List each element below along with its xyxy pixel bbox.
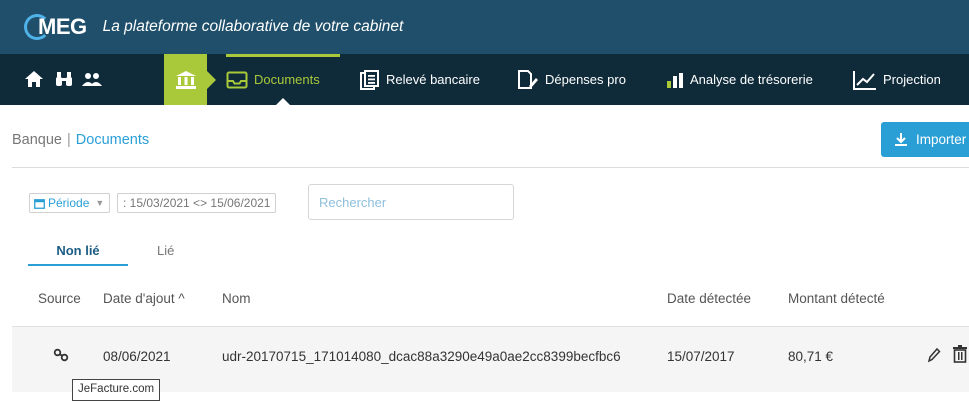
- binoculars-icon[interactable]: [52, 67, 76, 91]
- nav-depenses-label: Dépenses pro: [545, 72, 626, 87]
- column-header-date-ajout[interactable]: Date d'ajout ^: [103, 291, 185, 306]
- period-label: Période: [48, 196, 90, 210]
- trash-icon[interactable]: [953, 345, 967, 368]
- column-header-nom: Nom: [222, 291, 251, 306]
- statement-icon: [360, 69, 379, 90]
- header-divider: [12, 167, 969, 168]
- period-range[interactable]: : 15/03/2021 <> 15/06/2021: [117, 193, 277, 213]
- line-chart-icon: [853, 70, 876, 90]
- column-header-date-detectee: Date détectée: [667, 291, 752, 306]
- breadcrumb: Banque | Documents: [12, 132, 149, 148]
- import-button[interactable]: Importer: [881, 122, 969, 157]
- users-icon[interactable]: [80, 67, 104, 91]
- cell-nom[interactable]: udr-20170715_171014080_dcac88a3290e49a0a…: [222, 349, 621, 364]
- link-icon[interactable]: [53, 348, 69, 367]
- logo-text: MEG: [38, 14, 87, 39]
- column-header-montant-detecte: Montant détecté: [788, 291, 885, 306]
- column-header-source: Source: [38, 291, 81, 306]
- calendar-icon: [34, 198, 45, 209]
- bank-icon[interactable]: [164, 54, 216, 105]
- nav-depenses-pro[interactable]: Dépenses pro: [517, 54, 626, 105]
- search-input[interactable]: [308, 184, 514, 220]
- nav-releve-bancaire[interactable]: Relevé bancaire: [360, 54, 480, 105]
- app-header: MEG La plateforme collaborative de votre…: [0, 0, 969, 54]
- inbox-icon: [226, 71, 248, 88]
- chevron-down-icon: ▼: [95, 198, 105, 208]
- cell-date-ajout: 08/06/2021: [103, 349, 171, 364]
- pencil-icon[interactable]: [927, 347, 941, 368]
- tagline: La plateforme collaborative de votre cab…: [102, 18, 404, 35]
- tab-lie[interactable]: Lié: [157, 243, 174, 258]
- source-tooltip: JeFacture.com: [72, 379, 161, 401]
- nav-projection-label: Projection: [883, 72, 941, 87]
- nav-releve-label: Relevé bancaire: [386, 72, 480, 87]
- tab-non-lie[interactable]: Non lié: [28, 243, 128, 266]
- nav-analyse-tresorerie[interactable]: Analyse de trésorerie: [666, 54, 813, 105]
- nav-analyse-label: Analyse de trésorerie: [690, 72, 813, 87]
- cell-date-detectee: 15/07/2017: [667, 349, 735, 364]
- receipt-icon: [518, 69, 538, 89]
- meg-logo[interactable]: MEG: [24, 14, 87, 40]
- main-nav: Documents Relevé bancaire Dépenses pro A…: [0, 54, 969, 105]
- nav-projection[interactable]: Projection: [853, 54, 941, 105]
- breadcrumb-separator: |: [67, 132, 71, 148]
- bar-chart-icon: [667, 72, 683, 88]
- home-icon[interactable]: [22, 67, 46, 91]
- download-icon: [895, 132, 907, 146]
- cell-montant-detecte: 80,71 €: [788, 349, 834, 364]
- nav-documents[interactable]: Documents: [226, 54, 340, 105]
- nav-documents-label: Documents: [254, 72, 320, 87]
- import-button-label: Importer: [916, 132, 967, 147]
- breadcrumb-current[interactable]: Documents: [76, 132, 149, 148]
- period-dropdown[interactable]: Période ▼: [29, 193, 111, 213]
- breadcrumb-parent[interactable]: Banque: [12, 132, 62, 148]
